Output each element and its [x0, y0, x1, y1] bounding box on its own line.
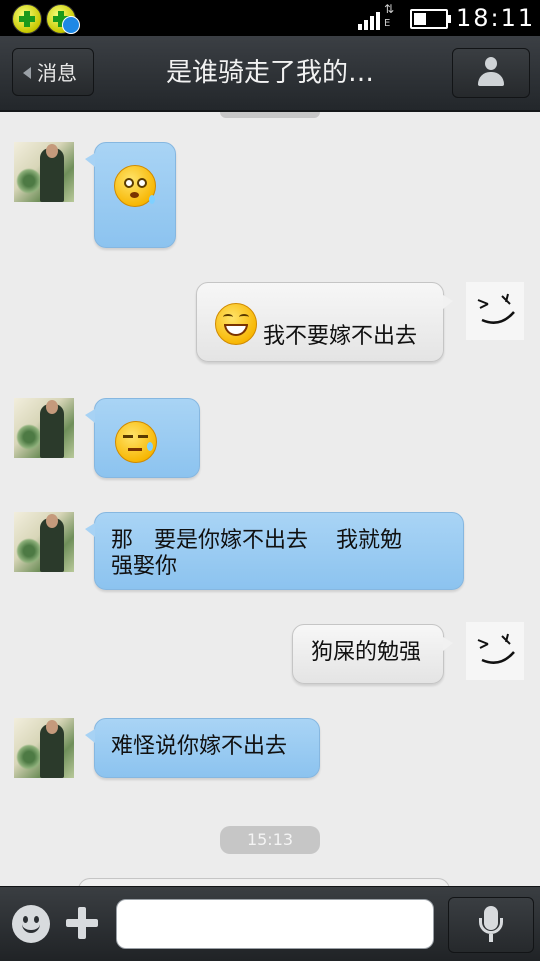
smirk-face-icon [477, 293, 515, 324]
outgoing-message-bubble[interactable]: 狗屎的勉强 [292, 624, 453, 684]
timestamp-pill: 15:13 [220, 826, 320, 854]
title-bar: 消息 是谁骑走了我的… [0, 36, 540, 112]
my-avatar[interactable] [466, 622, 524, 680]
input-bar [0, 886, 540, 961]
my-avatar[interactable] [466, 282, 524, 340]
voice-button[interactable] [448, 897, 534, 953]
sweat-face-emoji-icon [115, 421, 157, 463]
incoming-message-bubble[interactable]: 难怪说你嫁不出去 [85, 718, 320, 778]
message-input[interactable] [116, 899, 434, 949]
app-icon-plus [12, 4, 42, 34]
message-text: 难怪说你嫁不出去 [111, 734, 288, 759]
incoming-message-bubble[interactable] [85, 398, 200, 478]
signal-icon [358, 10, 384, 30]
chat-area[interactable]: 我不要嫁不出去 那 要是你嫁不出去 我就勉 强娶你 狗屎的勉强 难怪说你嫁不出去… [0, 112, 540, 886]
network-type: E [384, 18, 391, 29]
profile-button[interactable] [452, 48, 530, 98]
outgoing-message-bubble-partial[interactable] [78, 878, 450, 886]
smirk-face-icon [477, 633, 515, 664]
data-arrows-icon: ⇅ [384, 2, 395, 16]
contact-avatar[interactable] [14, 512, 74, 572]
back-button-label: 消息 [37, 61, 77, 85]
incoming-message-bubble[interactable] [85, 142, 176, 248]
message-text: 我不要嫁不出去 [263, 324, 418, 349]
smiley-icon[interactable] [12, 905, 50, 943]
back-button[interactable]: 消息 [12, 48, 94, 96]
contact-avatar[interactable] [14, 718, 74, 778]
status-bar: ⇅ E 18:11 [0, 0, 540, 36]
previous-timestamp-stub [220, 112, 320, 118]
update-badge-icon [62, 16, 80, 34]
message-text-line1: 那 要是你嫁不出去 我就勉 [111, 528, 402, 553]
plus-icon[interactable] [64, 905, 100, 941]
contact-avatar[interactable] [14, 142, 74, 202]
sweat-drop-icon [149, 195, 155, 204]
back-arrow-icon [23, 67, 31, 79]
contact-avatar[interactable] [14, 398, 74, 458]
status-time: 18:11 [456, 4, 536, 32]
chat-title: 是谁骑走了我的… [165, 58, 374, 88]
message-text: 狗屎的勉强 [311, 640, 422, 665]
person-icon [477, 57, 505, 87]
laughing-face-emoji-icon [215, 303, 257, 345]
microphone-icon [479, 906, 503, 944]
outgoing-message-bubble[interactable]: 我不要嫁不出去 [196, 282, 453, 362]
message-text-line2: 强娶你 [111, 554, 178, 579]
incoming-message-bubble[interactable]: 那 要是你嫁不出去 我就勉 强娶你 [85, 512, 464, 590]
battery-icon [410, 9, 451, 29]
